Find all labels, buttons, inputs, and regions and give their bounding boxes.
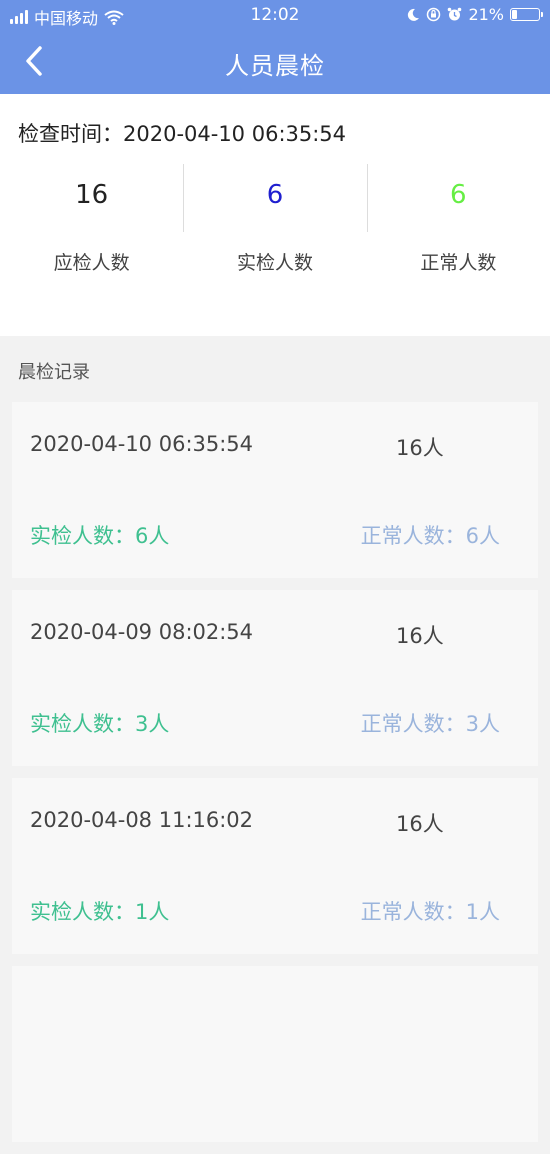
stat-expected: 16 应检人数 — [0, 156, 183, 306]
stat-actual: 6 实检人数 — [183, 156, 366, 306]
stat-value: 6 — [266, 180, 284, 210]
status-right: 21% — [406, 5, 543, 24]
summary-panel: 检查时间：2020-04-10 06:35:54 16 应检人数 6 实检人数 … — [0, 94, 550, 336]
stat-label: 应检人数 — [53, 252, 130, 274]
record-datetime: 2020-04-08 11:16:02 — [30, 808, 254, 832]
record-actual: 实检人数：1人 — [30, 900, 170, 924]
record-normal: 正常人数：1人 — [360, 900, 500, 924]
stat-label: 实检人数 — [236, 252, 313, 274]
status-bar: 中国移动 12:02 21% — [0, 0, 550, 30]
record-normal: 正常人数：6人 — [360, 524, 500, 548]
check-time-value: 2020-04-10 06:35:54 — [123, 122, 347, 146]
rotation-lock-icon — [427, 7, 441, 22]
record-actual: 实检人数：6人 — [30, 524, 170, 548]
battery-percent: 21% — [468, 5, 504, 24]
check-time: 检查时间：2020-04-10 06:35:54 — [18, 118, 346, 148]
record-card[interactable]: 2020-04-09 08:02:54 16人 实检人数：3人 正常人数：3人 — [12, 590, 538, 766]
record-datetime: 2020-04-09 08:02:54 — [30, 620, 254, 644]
record-datetime: 2020-04-10 06:35:54 — [30, 432, 254, 456]
record-total: 16人 — [396, 812, 444, 836]
check-time-label: 检查时间： — [18, 122, 123, 146]
record-actual: 实检人数：3人 — [30, 712, 170, 736]
battery-level — [512, 10, 517, 19]
records-list: 2020-04-10 06:35:54 16人 实检人数：6人 正常人数：6人 … — [12, 402, 538, 1154]
stat-value: 16 — [75, 180, 109, 210]
nav-bar: 人员晨检 — [0, 30, 550, 94]
header: 中国移动 12:02 21% 人员晨检 — [0, 0, 550, 94]
page-title: 人员晨检 — [225, 52, 325, 80]
stats-row: 16 应检人数 6 实检人数 6 正常人数 — [0, 156, 550, 306]
record-card[interactable]: 2020-04-08 11:16:02 16人 实检人数：1人 正常人数：1人 — [12, 778, 538, 954]
stat-value: 6 — [450, 180, 467, 210]
stat-normal: 6 正常人数 — [366, 156, 550, 306]
record-card[interactable] — [12, 966, 538, 1142]
moon-icon — [408, 8, 420, 21]
record-normal: 正常人数：3人 — [360, 712, 500, 736]
record-total: 16人 — [396, 436, 444, 460]
section-title: 晨检记录 — [18, 362, 90, 383]
record-card[interactable]: 2020-04-10 06:35:54 16人 实检人数：6人 正常人数：6人 — [12, 402, 538, 578]
record-total: 16人 — [396, 624, 444, 648]
stat-label: 正常人数 — [420, 252, 497, 274]
alarm-icon — [448, 7, 462, 21]
battery-icon — [510, 8, 543, 21]
